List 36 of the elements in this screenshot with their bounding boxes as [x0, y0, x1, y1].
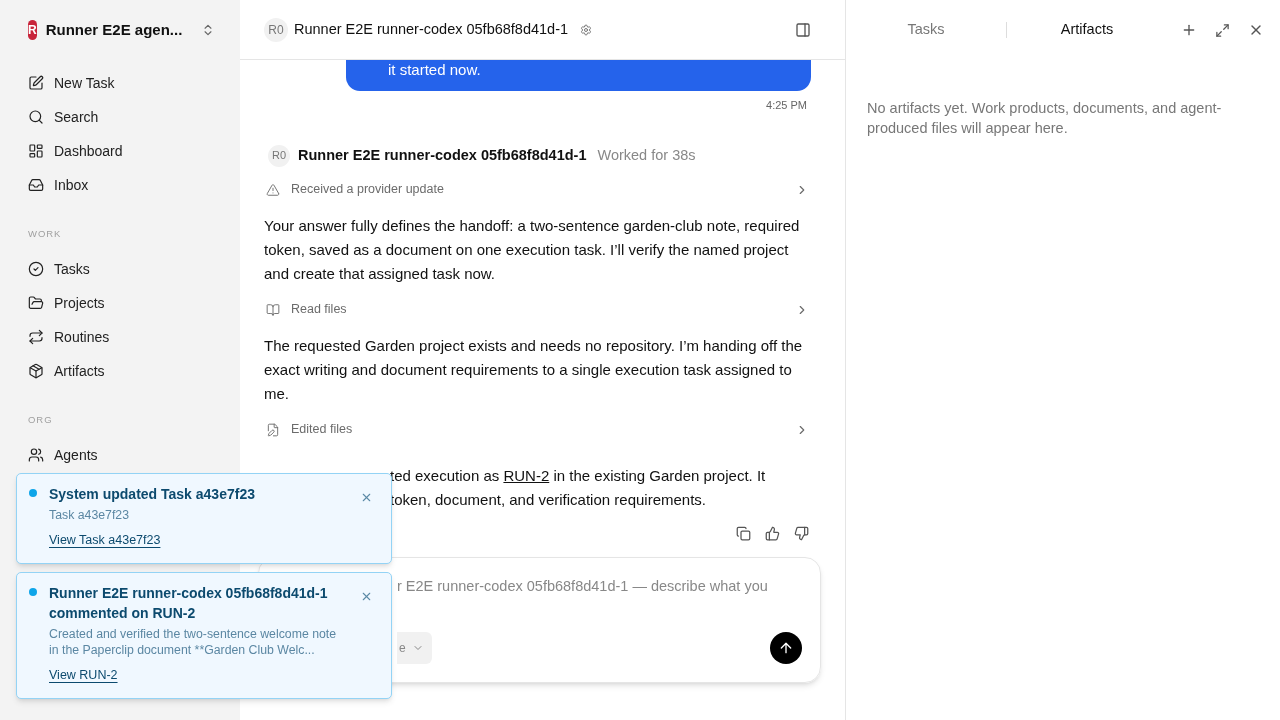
sidebar-item[interactable]: New Task — [16, 66, 224, 100]
message-input[interactable]: r E2E runner-codex 05fb68f8d41d-1 — describe what you — [397, 575, 802, 598]
toast-link[interactable]: View Task a43e7f23 — [49, 531, 161, 550]
section-heading: WORK — [27, 226, 63, 241]
sidebar-item[interactable]: Inbox — [16, 168, 224, 202]
sidebar-item[interactable]: Artifacts — [16, 354, 224, 388]
section-heading: ORG — [27, 412, 54, 427]
sidebar-item[interactable]: Routines — [16, 320, 224, 354]
avatar: R0 — [268, 144, 290, 167]
message-paragraph: Your answer fully defines the handoff: a two-sentence garden-club note, required token, saved as a document on one execution task. I’ll verify the named project and create that assigned task now. — [264, 215, 801, 284]
panel-tab[interactable]: Artifacts — [1007, 15, 1167, 45]
panel-tab[interactable]: Tasks — [846, 15, 1006, 45]
task-link[interactable]: RUN-2 — [503, 466, 550, 484]
chat-title: Runner E2E runner-codex 05fb68f8d41d-1 — [294, 19, 569, 39]
sidebar-item[interactable]: Tasks — [16, 252, 224, 286]
activity-row[interactable]: Edited files — [264, 415, 811, 444]
activity-row[interactable]: Read files — [264, 295, 811, 324]
activity-row[interactable]: Received a provider update — [264, 175, 811, 204]
workspace-name[interactable]: Runner E2E agen... — [45, 18, 183, 42]
user-message: it started now. — [346, 60, 811, 91]
toast-title: System updated Task a43e7f23 — [49, 485, 256, 504]
sidebar-item[interactable]: Search — [16, 100, 224, 134]
logo-icon: R — [28, 20, 37, 40]
empty-state-text: No artifacts yet. Work products, documents, and agent-produced files will appear here. — [866, 99, 1223, 138]
sidebar-item[interactable]: Agents — [16, 438, 224, 472]
toast-body: Task a43e7f23 — [49, 507, 130, 523]
avatar: R0 — [264, 17, 288, 42]
message-time: 4:25 PM — [766, 98, 807, 113]
sidebar-item[interactable]: Projects — [16, 286, 224, 320]
agent-name: Runner E2E runner-codex 05fb68f8d41d-1 — [298, 145, 587, 165]
message-paragraph: The requested Garden project exists and needs no repository. I’m handing off the exact writing and document requirements to a single execution task assigned to me. — [264, 335, 804, 404]
work-duration: Worked for 38s — [597, 145, 696, 165]
sidebar-item[interactable]: Dashboard — [16, 134, 224, 168]
toast-body: Created and verified the two-sentence welcome note in the Paperclip document **Garden Club Welc... — [49, 626, 338, 658]
toast-title: Runner E2E runner-codex 05fb68f8d41d-1 commented on RUN-2 — [49, 584, 329, 623]
toast-link[interactable]: View RUN-2 — [49, 666, 118, 685]
